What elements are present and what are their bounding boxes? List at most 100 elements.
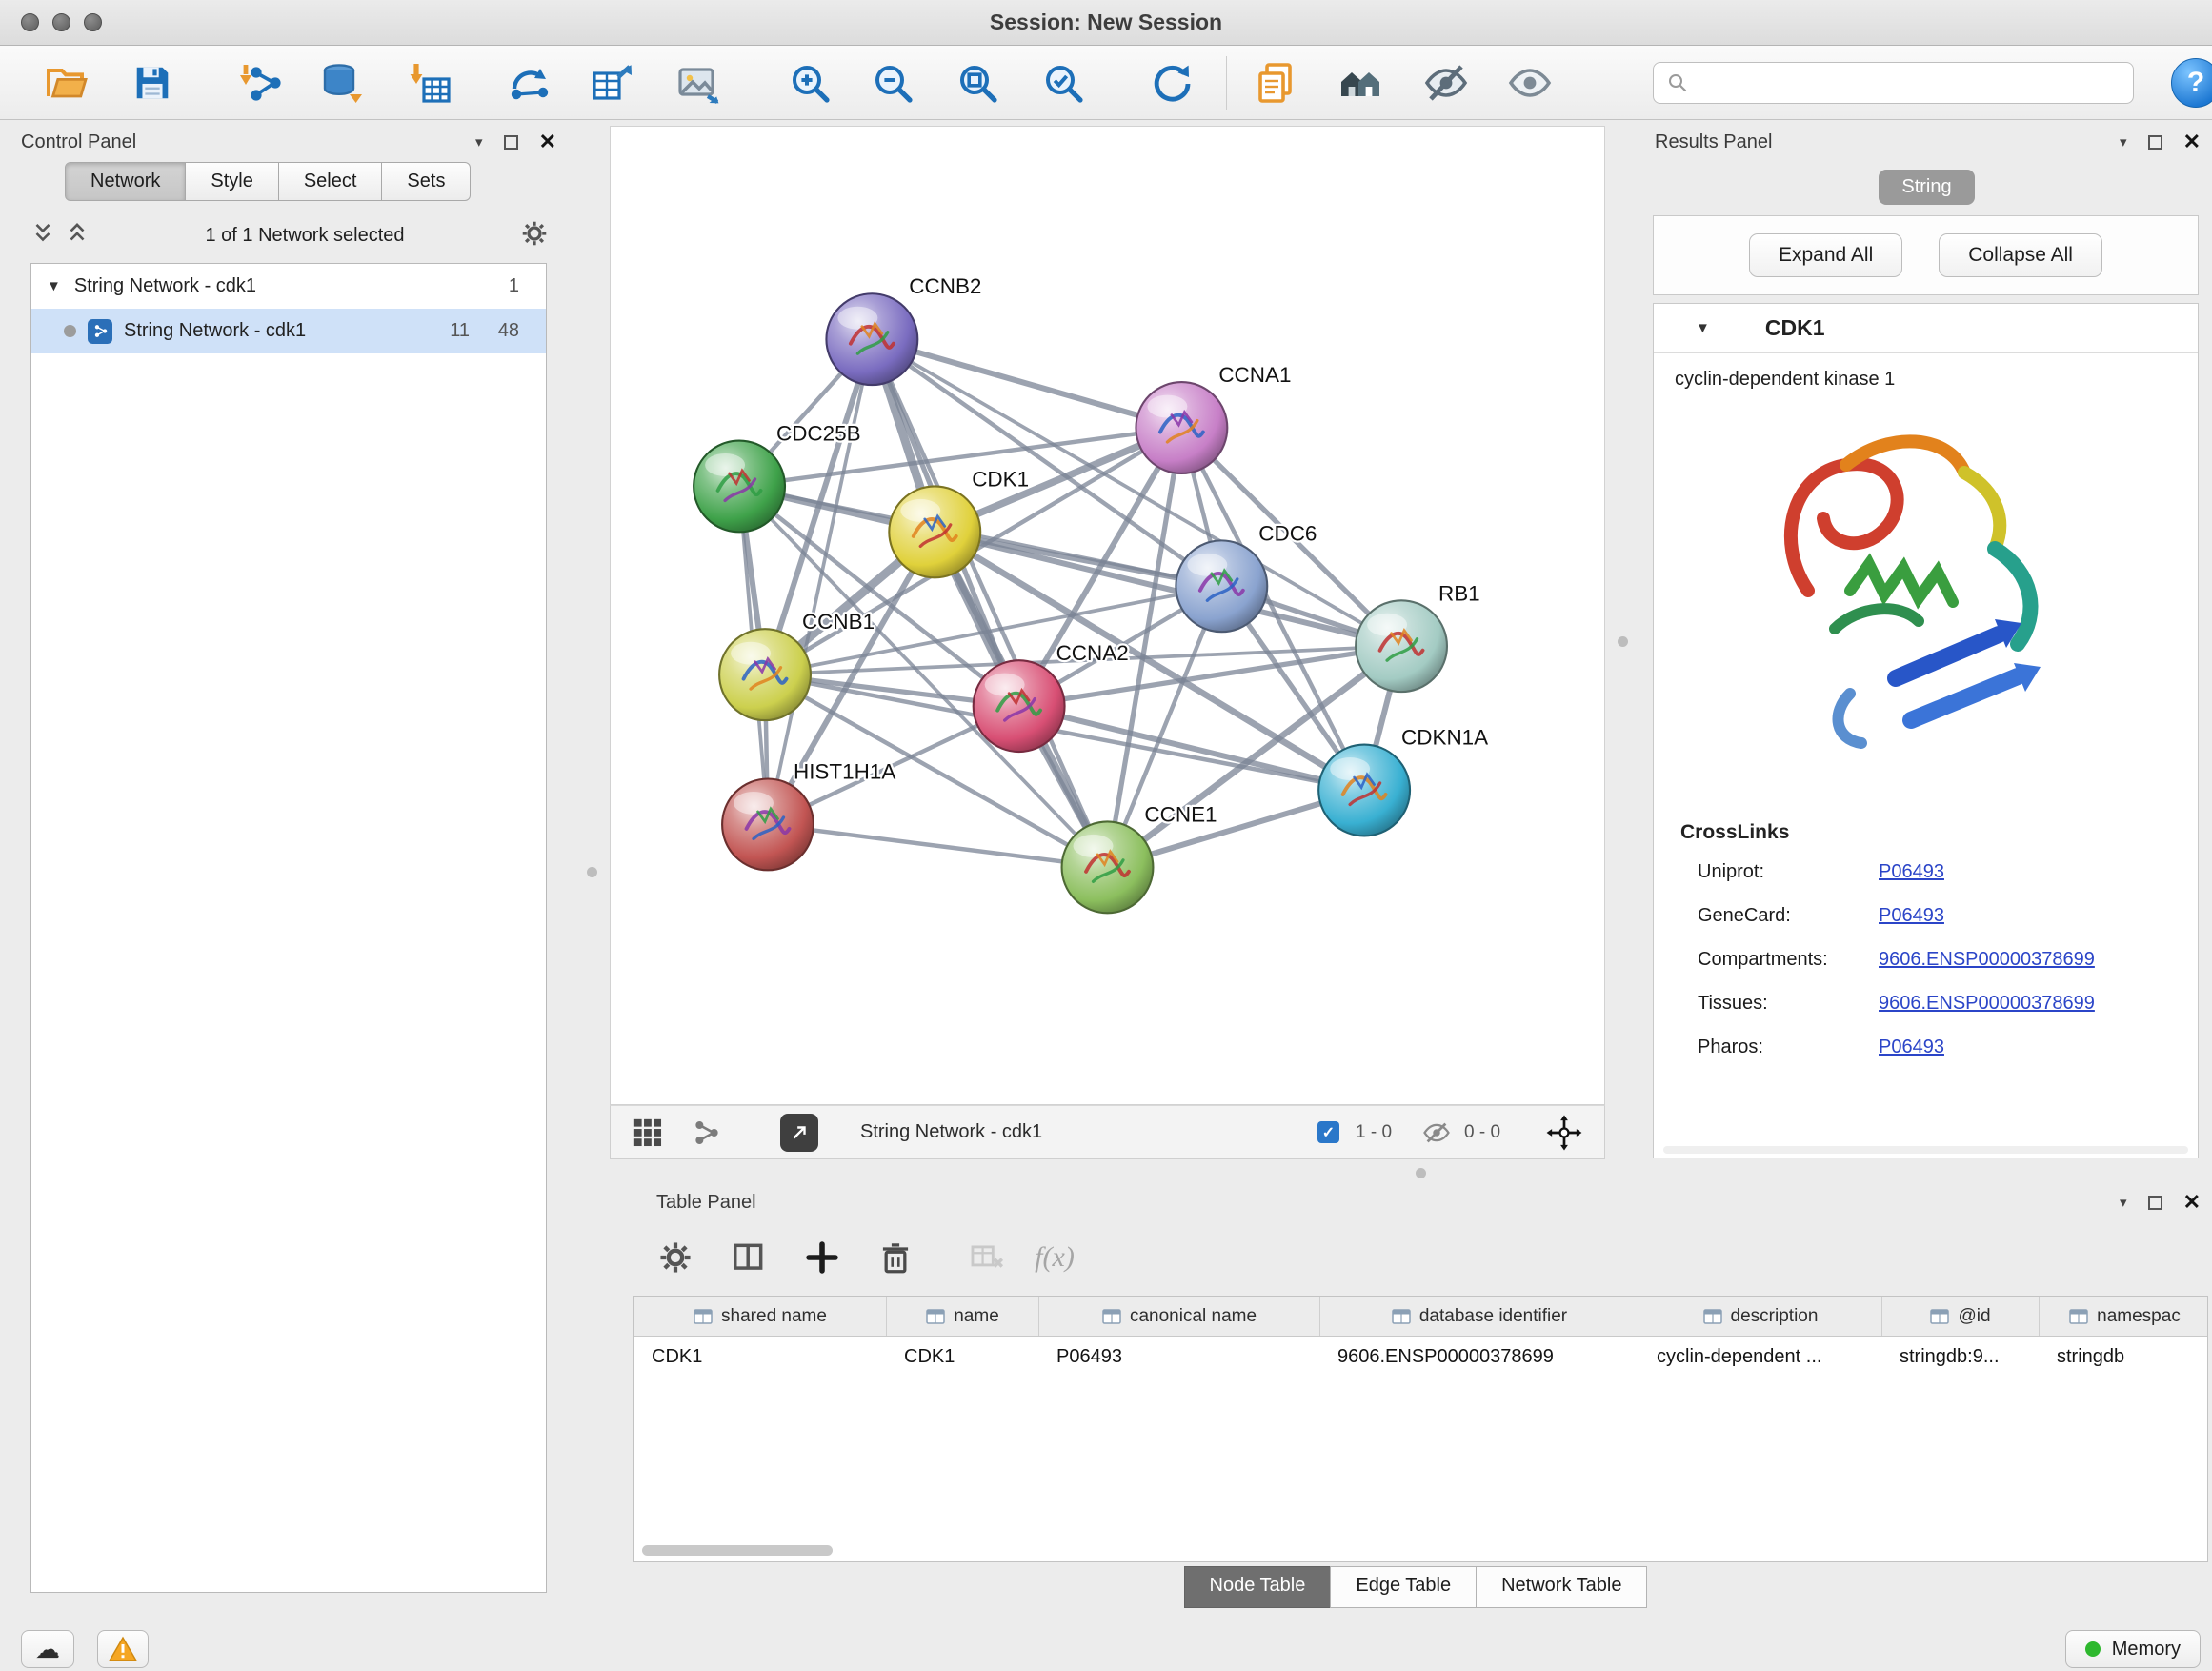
memory-button[interactable]: Memory — [2065, 1630, 2201, 1668]
export-table-button[interactable] — [588, 58, 637, 108]
selected-checkbox-icon[interactable]: ✓ — [1317, 1106, 1339, 1158]
close-panel-icon[interactable]: ✕ — [2183, 1192, 2201, 1213]
warnings-button[interactable] — [97, 1630, 149, 1668]
crosslinks-title: CrossLinks — [1680, 821, 2198, 844]
pan-tool-icon[interactable] — [1546, 1106, 1582, 1158]
home-button[interactable] — [1337, 58, 1386, 108]
expand-all-groups-icon[interactable] — [30, 221, 55, 251]
node-CCNA1[interactable] — [1136, 382, 1227, 473]
add-column-icon[interactable] — [797, 1233, 847, 1282]
zoom-fit-button[interactable] — [953, 58, 1002, 108]
tab-style[interactable]: Style — [186, 162, 278, 201]
refresh-button[interactable] — [1145, 58, 1195, 108]
open-session-button[interactable] — [42, 58, 91, 108]
birdseye-toggle-icon[interactable] — [632, 1106, 664, 1158]
node-CCNB2[interactable] — [826, 293, 917, 385]
splitter-handle[interactable] — [1416, 1168, 1426, 1178]
show-button[interactable] — [1505, 58, 1555, 108]
splitter-handle[interactable] — [1618, 636, 1628, 647]
image-icon — [675, 60, 721, 106]
crosslink-value-link[interactable]: 9606.ENSP00000378699 — [1879, 949, 2095, 971]
string-tab-badge[interactable]: String — [1879, 170, 1974, 205]
node-CCNB1[interactable] — [719, 629, 811, 720]
float-panel-icon[interactable] — [504, 135, 518, 150]
close-panel-icon[interactable]: ✕ — [2183, 131, 2201, 152]
export-view-button[interactable] — [780, 1106, 818, 1158]
results-scrollbar[interactable] — [1663, 1146, 2188, 1154]
delete-table-icon-disabled[interactable] — [962, 1233, 1012, 1282]
zoom-out-icon — [870, 60, 915, 106]
network-tools-button[interactable] — [505, 58, 554, 108]
network-row-selected[interactable]: String Network - cdk1 11 48 — [31, 309, 546, 353]
node-HIST1H1A[interactable] — [722, 778, 814, 870]
collapse-all-groups-icon[interactable] — [65, 221, 90, 251]
node-CCNE1[interactable] — [1062, 821, 1154, 913]
edge-CCNB2-CCNE1[interactable] — [872, 339, 1107, 867]
network-canvas[interactable]: CCNB2CCNA1CDC25BCDK1CDC6RB1CCNB1CCNA2CDK… — [610, 126, 1605, 1105]
node-CCNA2[interactable] — [974, 660, 1065, 752]
crosslink-value-link[interactable]: 9606.ENSP00000378699 — [1879, 993, 2095, 1015]
network-graph[interactable]: CCNB2CCNA1CDC25BCDK1CDC6RB1CCNB1CCNA2CDK… — [611, 127, 1604, 1104]
hidden-eye-icon[interactable] — [1422, 1106, 1451, 1158]
table-settings-gear-icon[interactable] — [651, 1233, 700, 1282]
crosslink-value-link[interactable]: P06493 — [1879, 861, 1944, 883]
cloud-button[interactable]: ☁ — [21, 1630, 74, 1668]
copy-document-button[interactable] — [1251, 58, 1300, 108]
horizontal-scrollbar[interactable] — [642, 1545, 833, 1556]
collapse-all-button[interactable]: Collapse All — [1939, 233, 2102, 277]
edge-CCNB2-HIST1H1A[interactable] — [768, 339, 872, 824]
function-builder-icon[interactable]: f(x) — [1016, 1233, 1093, 1282]
save-session-button[interactable] — [128, 58, 177, 108]
import-network-from-database-button[interactable] — [316, 58, 366, 108]
column-header-name[interactable]: name — [887, 1297, 1039, 1336]
column-header-description[interactable]: description — [1639, 1297, 1882, 1336]
hide-button[interactable] — [1421, 58, 1471, 108]
panel-menu-icon[interactable]: ▾ — [2120, 1196, 2127, 1210]
column-header-id[interactable]: @id — [1882, 1297, 2040, 1336]
zoom-out-button[interactable] — [868, 58, 917, 108]
panel-menu-icon[interactable]: ▾ — [2120, 135, 2127, 150]
help-button[interactable]: ? — [2171, 58, 2212, 108]
gene-section-header[interactable]: ▼ CDK1 — [1654, 304, 2198, 353]
zoom-selected-button[interactable] — [1038, 58, 1088, 108]
tab-sets[interactable]: Sets — [382, 162, 471, 201]
crosslink-row: Compartments:9606.ENSP00000378699 — [1698, 937, 2198, 981]
table-row[interactable]: CDK1CDK1P064939606.ENSP00000378699cyclin… — [634, 1337, 2207, 1377]
node-RB1[interactable] — [1356, 600, 1447, 692]
close-panel-icon[interactable]: ✕ — [539, 131, 556, 152]
search-input[interactable] — [1653, 62, 2134, 104]
node-CDKN1A[interactable] — [1318, 745, 1410, 836]
crosslink-value-link[interactable]: P06493 — [1879, 1037, 1944, 1058]
crosslink-value-link[interactable]: P06493 — [1879, 905, 1944, 927]
splitter-handle[interactable] — [587, 867, 597, 877]
zoom-in-button[interactable] — [785, 58, 835, 108]
tab-network[interactable]: Network — [65, 162, 186, 201]
import-table-button[interactable] — [405, 58, 454, 108]
show-columns-icon[interactable] — [724, 1233, 774, 1282]
node-CDK1[interactable] — [889, 486, 980, 577]
float-panel-icon[interactable] — [2148, 1196, 2162, 1210]
tab-edge-table[interactable]: Edge Table — [1330, 1566, 1477, 1608]
tab-select[interactable]: Select — [279, 162, 383, 201]
tab-node-table[interactable]: Node Table — [1184, 1566, 1332, 1608]
gene-expander-icon[interactable]: ▼ — [1696, 320, 1710, 336]
delete-column-trash-icon[interactable] — [871, 1233, 920, 1282]
column-header-database-identifier[interactable]: database identifier — [1320, 1297, 1639, 1336]
gear-icon[interactable] — [520, 219, 549, 252]
column-header-canonical-name[interactable]: canonical name — [1039, 1297, 1320, 1336]
export-image-button[interactable] — [674, 58, 723, 108]
collection-expander-icon[interactable]: ▼ — [47, 278, 61, 294]
edge-HIST1H1A-CCNE1[interactable] — [768, 824, 1107, 867]
tab-network-table[interactable]: Network Table — [1476, 1566, 1647, 1608]
float-panel-icon[interactable] — [2148, 135, 2162, 150]
network-share-icon[interactable] — [691, 1106, 721, 1158]
panel-menu-icon[interactable]: ▾ — [475, 135, 483, 150]
expand-all-button[interactable]: Expand All — [1749, 233, 1902, 277]
column-header-namespac[interactable]: namespac — [2040, 1297, 2208, 1336]
node-CDC6[interactable] — [1176, 540, 1267, 632]
column-header-shared-name[interactable]: shared name — [634, 1297, 887, 1336]
node-CDC25B[interactable] — [694, 441, 785, 533]
import-network-button[interactable] — [236, 58, 286, 108]
edge-CCNB2-CCNA1[interactable] — [872, 339, 1181, 428]
network-collection-row[interactable]: ▼ String Network - cdk1 1 — [31, 264, 546, 309]
